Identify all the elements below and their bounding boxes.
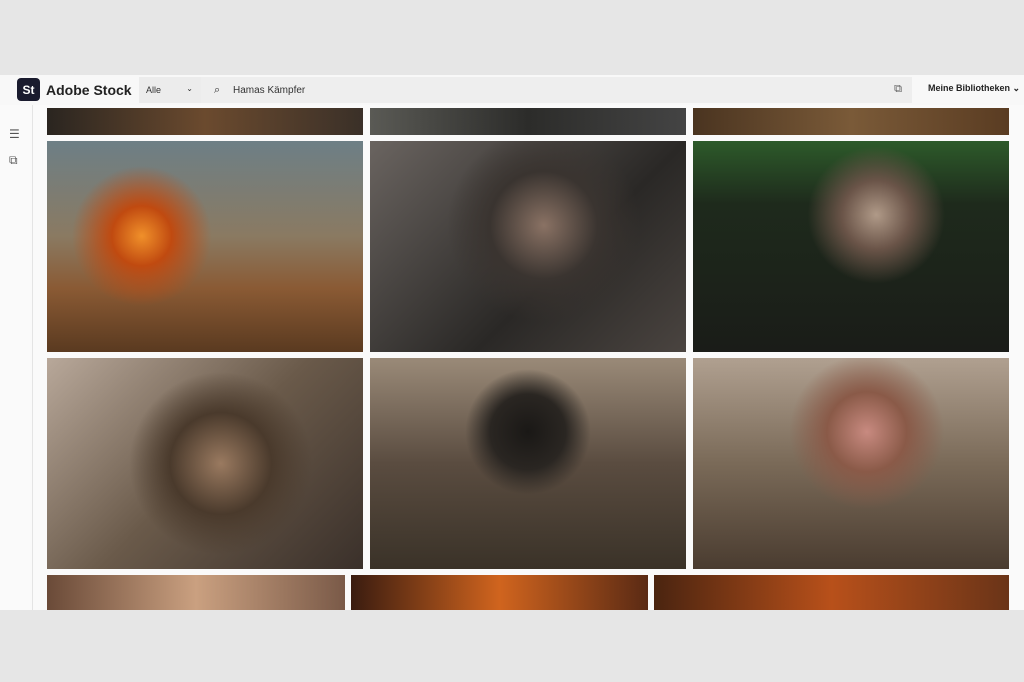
adobe-stock-logo[interactable]: St xyxy=(17,78,40,101)
search-icon: ⌕ xyxy=(214,83,221,96)
app-window: St Adobe Stock Alle ⌄ ⌕ ⧉ Meine Bibliothe… xyxy=(0,75,1024,610)
sliders-icon[interactable]: ☰ xyxy=(9,127,20,141)
result-image[interactable] xyxy=(370,108,686,135)
result-image[interactable] xyxy=(47,358,363,569)
asset-type-value: Alle xyxy=(146,85,162,95)
top-bar: St Adobe Stock Alle ⌄ ⌕ ⧉ Meine Bibliothe… xyxy=(0,75,1024,105)
result-image[interactable] xyxy=(47,575,345,610)
result-image[interactable] xyxy=(693,141,1009,352)
result-image[interactable] xyxy=(693,108,1009,135)
sidebar: ☰ ⧉ xyxy=(0,105,33,610)
my-libraries-menu[interactable]: Meine Bibliotheken ⌄ xyxy=(928,83,1020,94)
result-image[interactable] xyxy=(47,108,363,135)
visual-search-icon[interactable]: ⧉ xyxy=(9,153,18,168)
result-image[interactable] xyxy=(370,358,686,569)
result-image[interactable] xyxy=(351,575,648,610)
chevron-down-icon: ⌄ xyxy=(1012,83,1021,93)
result-image[interactable] xyxy=(654,575,1009,610)
search-bar[interactable]: ⌕ ⧉ xyxy=(201,77,912,103)
visual-search-icon[interactable]: ⧉ xyxy=(894,83,902,96)
result-image[interactable] xyxy=(370,141,686,352)
my-libraries-label: Meine Bibliotheken xyxy=(928,83,1011,93)
chevron-down-icon: ⌄ xyxy=(186,84,193,93)
result-image[interactable] xyxy=(693,358,1009,569)
brand-name[interactable]: Adobe Stock xyxy=(46,82,132,98)
search-input[interactable] xyxy=(233,84,833,96)
asset-type-dropdown[interactable]: Alle ⌄ xyxy=(139,77,201,103)
result-image[interactable] xyxy=(47,141,363,352)
